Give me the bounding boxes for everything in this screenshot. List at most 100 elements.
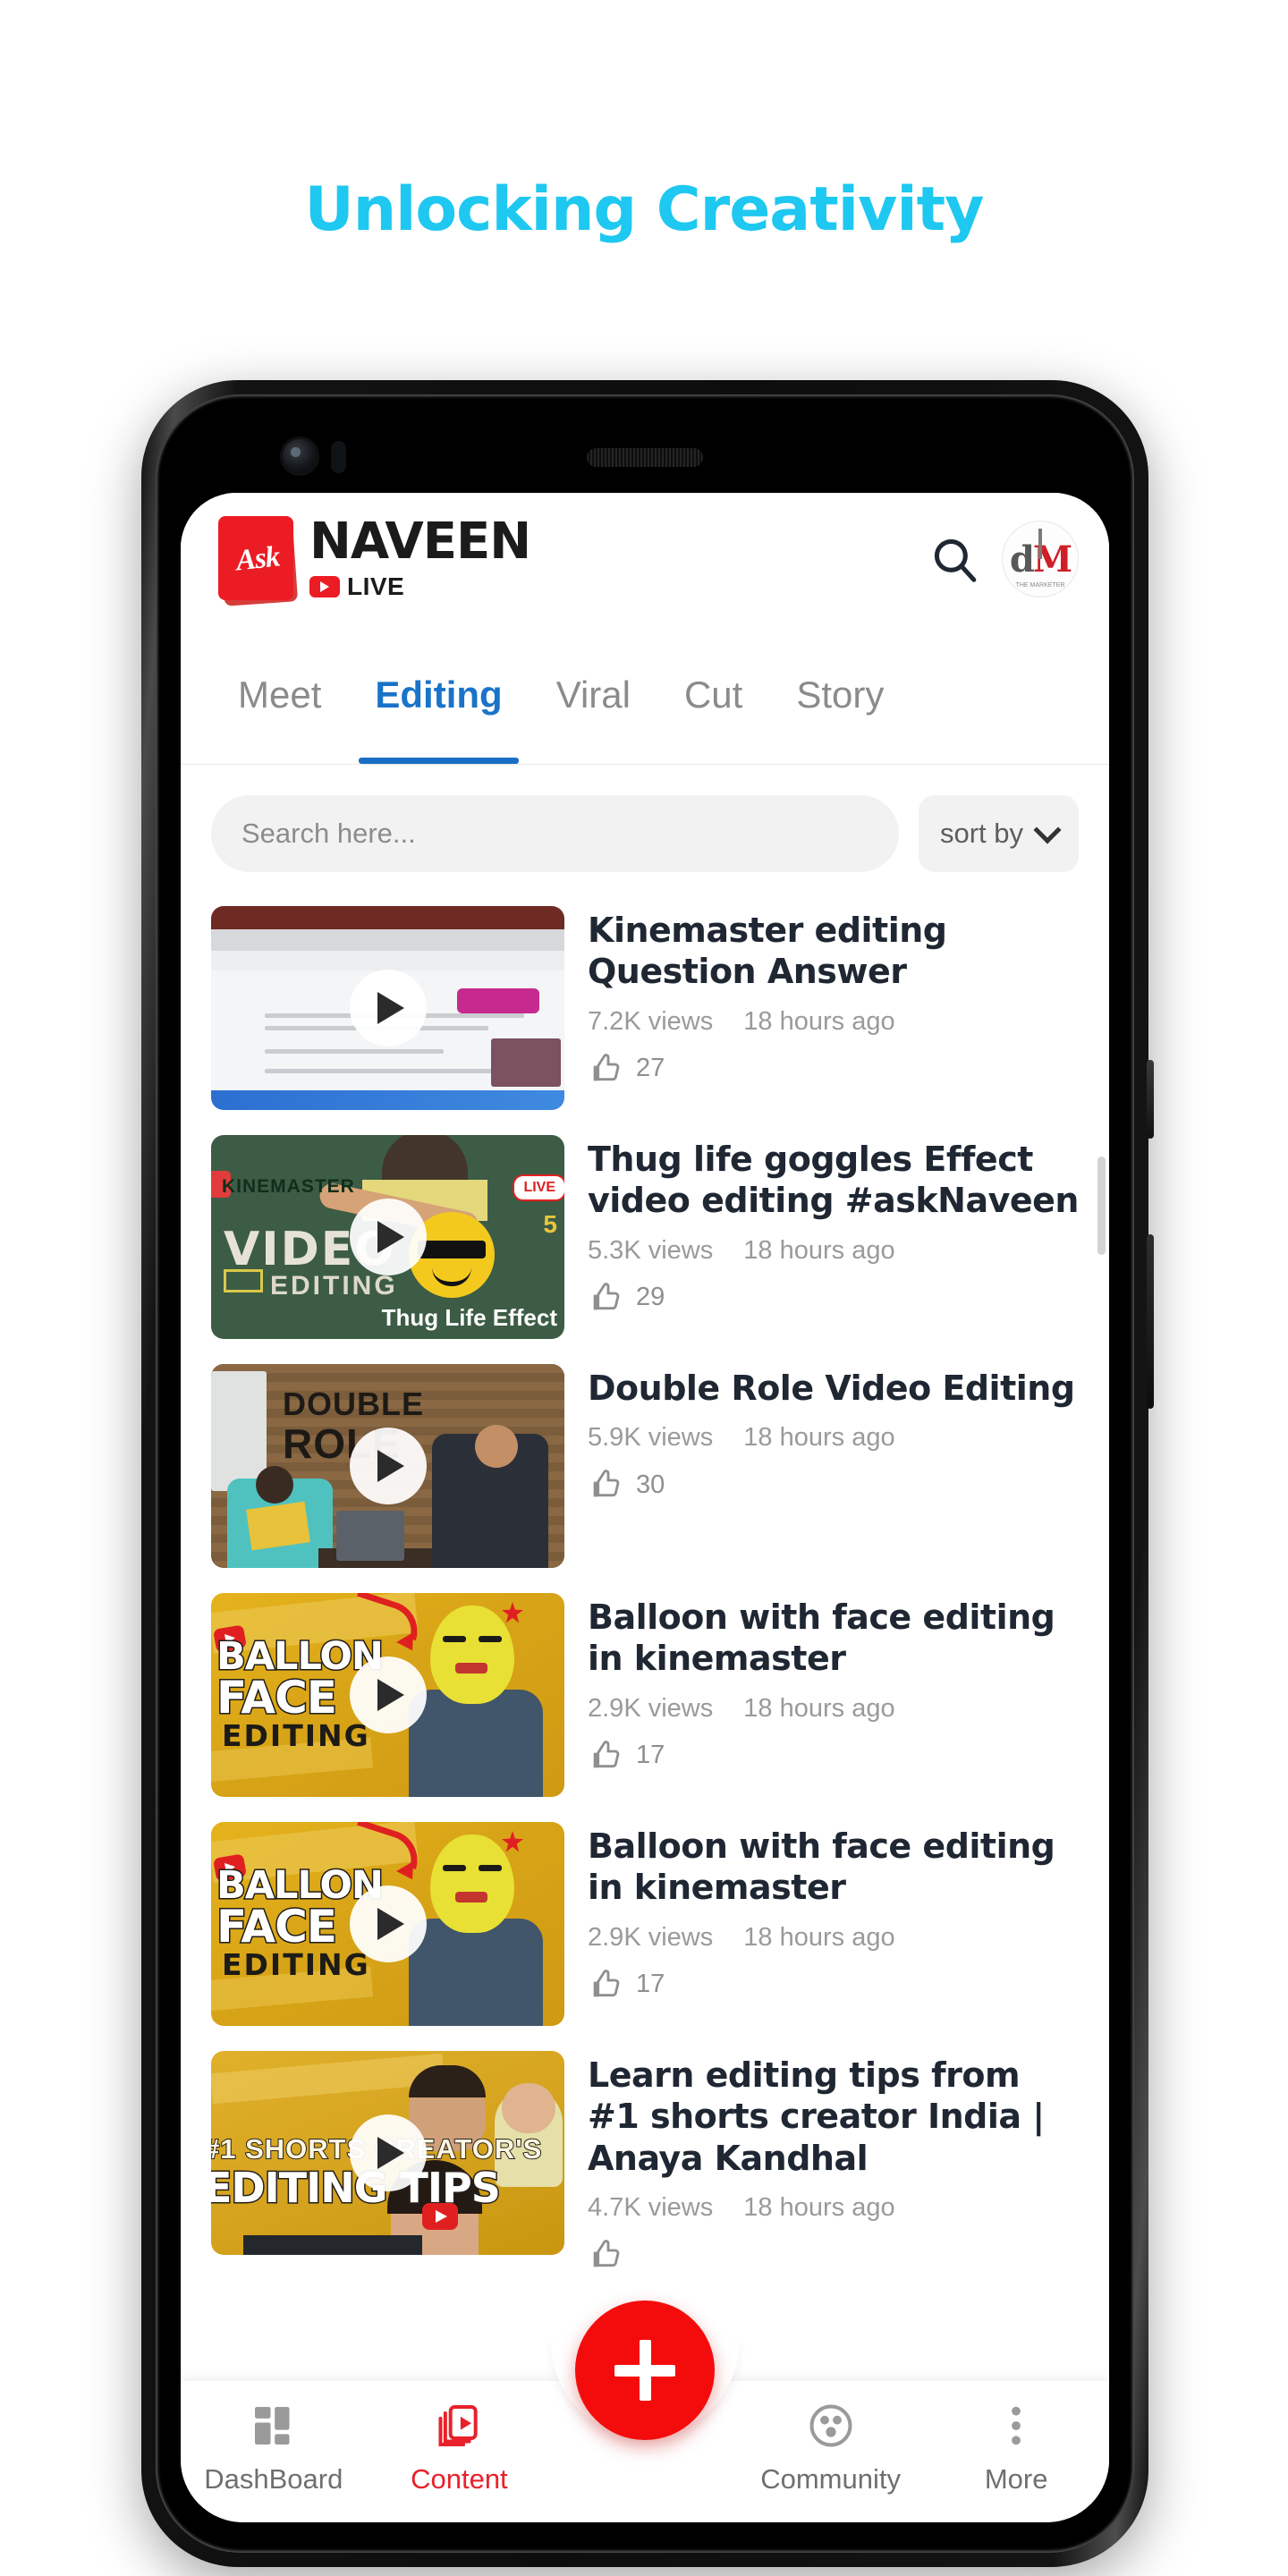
category-tab-bar: Meet Editing Viral Cut Story bbox=[181, 625, 1109, 765]
video-thumbnail[interactable]: BALLON FACE EDITING bbox=[211, 1822, 564, 2026]
tab-meet[interactable]: Meet bbox=[211, 625, 348, 764]
create-fab-button[interactable] bbox=[575, 2301, 715, 2440]
video-thumbnail[interactable]: BALLON FACE EDITING bbox=[211, 1593, 564, 1797]
search-input[interactable]: Search here... bbox=[211, 795, 899, 872]
play-icon[interactable] bbox=[349, 1199, 427, 1275]
tab-viral[interactable]: Viral bbox=[530, 625, 657, 764]
video-likes: 17 bbox=[588, 1967, 1079, 2003]
video-likes bbox=[588, 2237, 1079, 2273]
youtube-play-icon bbox=[309, 576, 340, 597]
tab-cut-label: Cut bbox=[683, 673, 743, 716]
video-likes: 27 bbox=[588, 1051, 1079, 1087]
list-item[interactable]: BALLON FACE EDITING Balloon with face ed… bbox=[181, 1580, 1109, 1809]
search-icon[interactable] bbox=[921, 526, 987, 592]
scrollbar[interactable] bbox=[1097, 1157, 1106, 1255]
play-icon[interactable] bbox=[349, 1428, 427, 1504]
video-title: Balloon with face editing in kinemaster bbox=[588, 1597, 1055, 1679]
app-header: Ask NAVEEN LIVE dM THE MARKETER bbox=[181, 493, 1109, 625]
video-stats: 7.2K views 18 hours ago bbox=[588, 1007, 1079, 1037]
video-views: 2.9K views bbox=[588, 1693, 714, 1723]
list-item[interactable]: #1 SHORTS CREATOR'S EDITING TIPS Learn e… bbox=[181, 2038, 1109, 2285]
list-item[interactable]: KINEMASTER LIVE 5 VIDEO EDITING Thug Lif… bbox=[181, 1123, 1109, 1352]
video-stats: 2.9K views 18 hours ago bbox=[588, 1923, 1079, 1953]
thumb-face-label: FACE bbox=[216, 1900, 339, 1954]
thumbs-up-icon bbox=[593, 1740, 620, 1768]
tab-story[interactable]: Story bbox=[769, 625, 911, 764]
ask-badge-icon: Ask bbox=[216, 513, 299, 606]
thumb-effect-label: Thug Life Effect bbox=[381, 1304, 557, 1331]
nav-item-more[interactable]: More bbox=[923, 2401, 1109, 2496]
video-age: 18 hours ago bbox=[743, 1693, 895, 1723]
thumbs-up-icon bbox=[593, 2240, 620, 2267]
video-thumbnail[interactable]: #1 SHORTS CREATOR'S EDITING TIPS bbox=[211, 2051, 564, 2255]
list-item[interactable]: Kinemaster editing Question Answer 7.2K … bbox=[181, 894, 1109, 1123]
video-age: 18 hours ago bbox=[743, 1235, 895, 1265]
sort-by-label: sort by bbox=[939, 818, 1023, 849]
play-icon[interactable] bbox=[349, 2114, 427, 2191]
more-dots-icon bbox=[1012, 2406, 1021, 2445]
phone-bezel: Ask NAVEEN LIVE dM THE MARKETER Meet Edi… bbox=[156, 394, 1134, 2553]
nav-label-more: More bbox=[984, 2463, 1048, 2495]
like-count: 17 bbox=[636, 1970, 665, 1999]
nav-item-content[interactable]: Content bbox=[367, 2401, 553, 2496]
video-list: Kinemaster editing Question Answer 7.2K … bbox=[181, 886, 1109, 2285]
tab-story-label: Story bbox=[796, 673, 885, 716]
tab-editing[interactable]: Editing bbox=[348, 625, 529, 764]
video-thumbnail[interactable]: DOUBLE ROLE bbox=[211, 1364, 564, 1568]
play-icon[interactable] bbox=[349, 970, 427, 1046]
thumb-number: 5 bbox=[543, 1210, 557, 1238]
app-logo[interactable]: Ask NAVEEN LIVE bbox=[216, 513, 531, 606]
tab-meet-label: Meet bbox=[238, 673, 322, 716]
video-title: Balloon with face editing in kinemaster bbox=[588, 1826, 1055, 1908]
phone-device-frame: Ask NAVEEN LIVE dM THE MARKETER Meet Edi… bbox=[141, 380, 1154, 2567]
video-stats: 5.3K views 18 hours ago bbox=[588, 1236, 1079, 1266]
sort-by-dropdown[interactable]: sort by bbox=[918, 795, 1079, 872]
list-item[interactable]: BALLON FACE EDITING Balloon with face ed… bbox=[181, 1809, 1109, 2038]
nav-label-community: Community bbox=[760, 2463, 901, 2495]
like-count: 29 bbox=[636, 1283, 665, 1312]
play-icon[interactable] bbox=[349, 1657, 427, 1733]
video-stats: 4.7K views 18 hours ago bbox=[588, 2193, 1079, 2223]
phone-power-button[interactable] bbox=[1147, 1060, 1154, 1139]
video-title: Learn editing tips from #1 shorts creato… bbox=[588, 2055, 1045, 2178]
list-item[interactable]: DOUBLE ROLE Double Role Video Editing 5.… bbox=[181, 1352, 1109, 1580]
video-age: 18 hours ago bbox=[743, 2193, 895, 2223]
phone-volume-button[interactable] bbox=[1147, 1234, 1154, 1409]
thumb-editing-label: EDITING bbox=[222, 1718, 370, 1753]
like-count: 30 bbox=[636, 1470, 665, 1499]
avatar[interactable]: dM THE MARKETER bbox=[1002, 521, 1079, 597]
tab-viral-label: Viral bbox=[555, 673, 631, 716]
video-views: 5.9K views bbox=[588, 1423, 714, 1453]
proximity-sensor-icon bbox=[331, 441, 346, 473]
avatar-tagline: THE MARKETER bbox=[1015, 582, 1065, 589]
avatar-letter-d: d bbox=[1009, 538, 1035, 580]
tab-cut[interactable]: Cut bbox=[657, 625, 769, 764]
chevron-down-icon bbox=[1033, 816, 1062, 844]
play-icon[interactable] bbox=[349, 1885, 427, 1962]
search-row: Search here... sort by bbox=[181, 765, 1109, 886]
video-views: 5.3K views bbox=[588, 1235, 714, 1265]
earpiece-speaker bbox=[587, 448, 703, 467]
dashboard-grid-icon bbox=[254, 2407, 290, 2445]
thumbs-up-icon bbox=[593, 1969, 620, 1997]
video-thumbnail[interactable] bbox=[211, 906, 564, 1110]
video-thumbnail[interactable]: KINEMASTER LIVE 5 VIDEO EDITING Thug Lif… bbox=[211, 1135, 564, 1339]
nav-item-community[interactable]: Community bbox=[738, 2401, 924, 2496]
phone-screen: Ask NAVEEN LIVE dM THE MARKETER Meet Edi… bbox=[181, 493, 1109, 2522]
community-people-icon bbox=[809, 2404, 852, 2447]
video-views: 7.2K views bbox=[588, 1006, 714, 1036]
front-camera-icon bbox=[283, 439, 317, 473]
nav-item-dashboard[interactable]: DashBoard bbox=[181, 2401, 367, 2496]
video-views: 2.9K views bbox=[588, 1922, 714, 1952]
bottom-navigation: DashBoard Content Community More bbox=[181, 2301, 1109, 2522]
thumbs-up-icon bbox=[593, 1053, 620, 1081]
nav-label-content: Content bbox=[411, 2463, 508, 2495]
video-stats: 2.9K views 18 hours ago bbox=[588, 1694, 1079, 1724]
brand-subtitle: LIVE bbox=[347, 572, 405, 600]
thumbs-up-icon bbox=[593, 1282, 620, 1310]
video-title: Thug life goggles Effect video editing #… bbox=[588, 1140, 1079, 1221]
thumb-face-label: FACE bbox=[216, 1671, 339, 1725]
thumb-editing-label: EDITING bbox=[222, 1947, 370, 1982]
nav-label-dashboard: DashBoard bbox=[204, 2463, 343, 2495]
brand-name: NAVEEN bbox=[309, 513, 531, 571]
